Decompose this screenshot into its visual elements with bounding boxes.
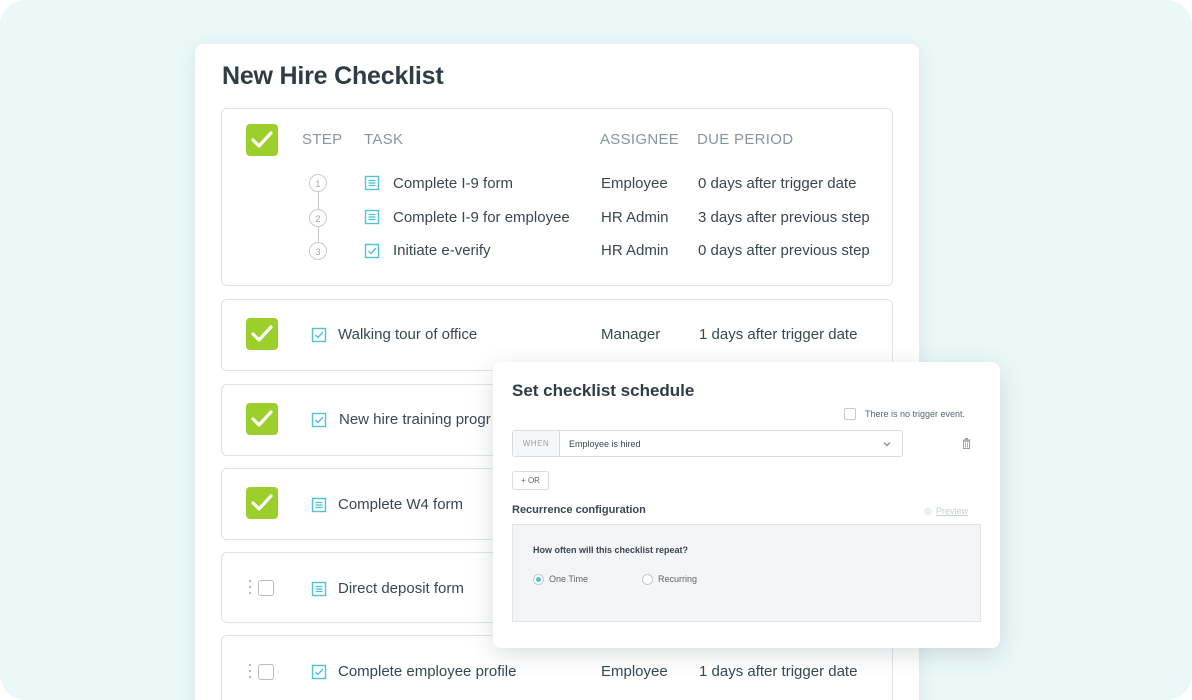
eye-icon: ◎: [924, 506, 932, 516]
header-step: STEP: [302, 131, 343, 148]
step-task[interactable]: Complete I-9 form: [393, 175, 513, 192]
schedule-modal: Set checklist schedule There is no trigg…: [493, 362, 1000, 648]
task-assignee: Manager: [601, 326, 661, 343]
step-connector: [318, 192, 319, 209]
step-number: 2: [309, 209, 327, 227]
header-assignee: ASSIGNEE: [600, 131, 680, 148]
step-due: 3 days after previous step: [698, 209, 870, 226]
step-due: 0 days after trigger date: [698, 175, 857, 192]
no-trigger-checkbox[interactable]: [844, 408, 856, 420]
recurrence-box: How often will this checklist repeat? On…: [512, 524, 981, 622]
drag-handle-icon[interactable]: [248, 664, 252, 680]
document-icon: [311, 497, 327, 513]
step-task[interactable]: Complete I-9 for employee: [393, 209, 570, 226]
step-assignee: HR Admin: [601, 242, 669, 259]
task-name[interactable]: New hire training progr: [339, 411, 491, 428]
task-checkbox[interactable]: [246, 318, 278, 350]
radio-recurring[interactable]: [642, 574, 653, 585]
group-checkbox[interactable]: [246, 124, 278, 156]
document-icon: [311, 581, 327, 597]
trash-icon[interactable]: [962, 438, 971, 449]
task-name[interactable]: Walking tour of office: [338, 326, 477, 343]
page-background: New Hire Checklist STEP TASK ASSIGNEE DU…: [0, 0, 1192, 700]
task-name[interactable]: Direct deposit form: [338, 580, 464, 597]
task-checkbox[interactable]: [246, 403, 278, 435]
add-or-button[interactable]: + OR: [512, 471, 549, 490]
checkbox-task-icon: [364, 243, 380, 259]
no-trigger-label: There is no trigger event.: [865, 409, 966, 419]
task-assignee: Employee: [601, 663, 668, 680]
task-checkbox[interactable]: [258, 664, 274, 680]
radio-one-time[interactable]: [533, 574, 544, 585]
trigger-value: Employee is hired: [569, 439, 641, 449]
task-checkbox[interactable]: [258, 580, 274, 596]
trigger-select[interactable]: WHEN Employee is hired: [512, 430, 903, 457]
when-tag: WHEN: [513, 431, 560, 456]
modal-title: Set checklist schedule: [512, 381, 695, 400]
step-assignee: Employee: [601, 175, 668, 192]
check-icon: [251, 410, 273, 427]
option-one-time-label: One Time: [549, 574, 589, 584]
step-connector: [318, 227, 319, 242]
recurrence-title: Recurrence configuration: [512, 504, 646, 516]
option-recurring-label: Recurring: [658, 574, 698, 584]
checkbox-task-icon: [311, 327, 327, 343]
task-name[interactable]: Complete W4 form: [338, 496, 463, 513]
check-icon: [251, 325, 273, 342]
step-group: STEP TASK ASSIGNEE DUE PERIOD 1 Complete…: [221, 108, 893, 286]
step-task[interactable]: Initiate e-verify: [393, 242, 491, 259]
step-number: 3: [309, 242, 327, 260]
recurrence-question: How often will this checklist repeat?: [533, 545, 689, 555]
step-due: 0 days after previous step: [698, 242, 870, 259]
document-icon: [364, 175, 380, 191]
page-title: New Hire Checklist: [222, 62, 444, 90]
task-due: 1 days after trigger date: [699, 663, 858, 680]
check-icon: [251, 131, 273, 148]
step-assignee: HR Admin: [601, 209, 669, 226]
chevron-down-icon: [883, 442, 891, 447]
document-icon: [364, 209, 380, 225]
drag-handle-icon[interactable]: [248, 580, 252, 596]
header-due-period: DUE PERIOD: [697, 131, 794, 148]
header-task: TASK: [364, 131, 404, 148]
task-row[interactable]: Walking tour of office Manager 1 days af…: [221, 299, 893, 371]
task-due: 1 days after trigger date: [699, 326, 858, 343]
checkbox-task-icon: [311, 412, 327, 428]
preview-link[interactable]: Preview: [936, 506, 968, 516]
check-icon: [251, 494, 273, 511]
task-checkbox[interactable]: [246, 487, 278, 519]
checkbox-task-icon: [311, 664, 327, 680]
task-name[interactable]: Complete employee profile: [338, 663, 516, 680]
step-number: 1: [309, 174, 327, 192]
